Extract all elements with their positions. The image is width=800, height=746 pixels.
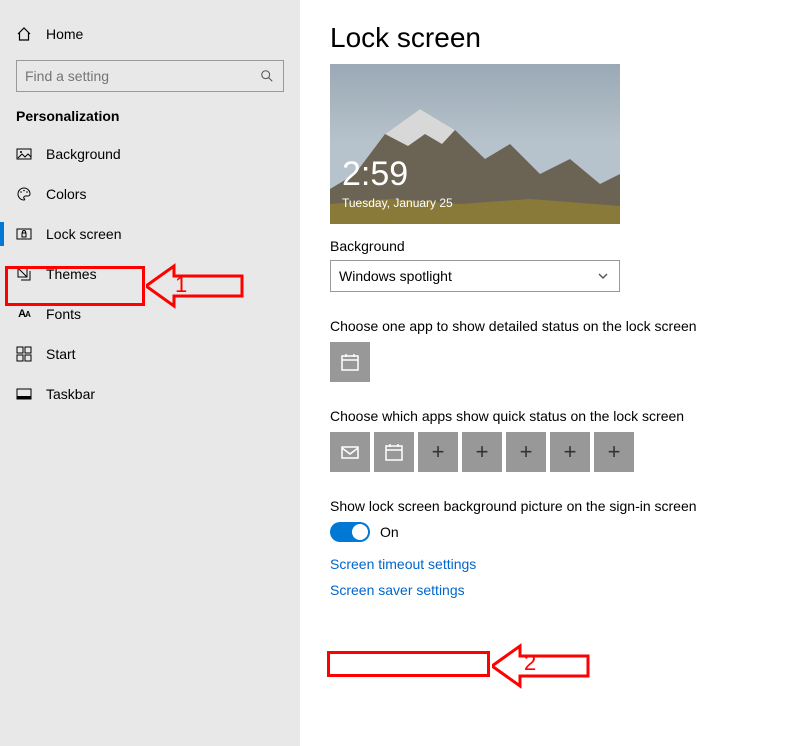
palette-icon <box>16 186 32 202</box>
page-title: Lock screen <box>330 22 770 54</box>
quick-status-tile-add[interactable]: + <box>550 432 590 472</box>
sidebar-item-lock-screen[interactable]: Lock screen <box>0 214 300 254</box>
background-select[interactable]: Windows spotlight <box>330 260 620 292</box>
main-content: Lock screen 2:59 Tuesday, January 25 Bac… <box>300 0 800 746</box>
picture-icon <box>16 146 32 162</box>
show-bg-label: Show lock screen background picture on t… <box>330 498 770 514</box>
sidebar-item-start[interactable]: Start <box>0 334 300 374</box>
background-select-value: Windows spotlight <box>339 268 452 284</box>
start-icon <box>16 346 32 362</box>
link-screen-timeout[interactable]: Screen timeout settings <box>330 556 476 572</box>
link-screen-saver[interactable]: Screen saver settings <box>330 582 465 598</box>
sidebar-item-label: Start <box>46 346 76 362</box>
fonts-icon: AA <box>16 306 32 322</box>
quick-status-label: Choose which apps show quick status on t… <box>330 408 770 424</box>
sidebar-section-title: Personalization <box>0 108 300 134</box>
sidebar-item-label: Lock screen <box>46 226 121 242</box>
home-icon <box>16 26 32 42</box>
sidebar-item-label: Fonts <box>46 306 81 322</box>
lockscreen-icon <box>16 226 32 242</box>
sidebar-home-label: Home <box>46 26 83 42</box>
sidebar-item-label: Colors <box>46 186 86 202</box>
quick-status-tile-calendar[interactable] <box>374 432 414 472</box>
calendar-icon <box>384 442 404 462</box>
quick-status-tile-add[interactable]: + <box>506 432 546 472</box>
plus-icon: + <box>520 439 533 465</box>
preview-time: 2:59 <box>342 155 408 194</box>
sidebar: Home Personalization Background Colors L… <box>0 0 300 746</box>
preview-date: Tuesday, January 25 <box>342 196 453 210</box>
plus-icon: + <box>608 439 621 465</box>
quick-status-tile-add[interactable]: + <box>462 432 502 472</box>
detailed-status-app-tile[interactable] <box>330 342 370 382</box>
search-icon <box>259 68 275 84</box>
calendar-icon <box>340 352 360 372</box>
taskbar-icon <box>16 386 32 402</box>
search-input[interactable] <box>25 68 259 84</box>
sidebar-item-background[interactable]: Background <box>0 134 300 174</box>
sidebar-item-fonts[interactable]: AA Fonts <box>0 294 300 334</box>
chevron-down-icon <box>595 268 611 284</box>
lockscreen-preview[interactable]: 2:59 Tuesday, January 25 <box>330 64 620 224</box>
background-label: Background <box>330 238 770 254</box>
mail-icon <box>340 442 360 462</box>
quick-status-tile-add[interactable]: + <box>594 432 634 472</box>
sidebar-item-label: Themes <box>46 266 97 282</box>
plus-icon: + <box>476 439 489 465</box>
sidebar-item-colors[interactable]: Colors <box>0 174 300 214</box>
plus-icon: + <box>432 439 445 465</box>
quick-status-tile-add[interactable]: + <box>418 432 458 472</box>
show-bg-toggle[interactable] <box>330 522 370 542</box>
search-input-container[interactable] <box>16 60 284 92</box>
detailed-status-label: Choose one app to show detailed status o… <box>330 318 770 334</box>
sidebar-item-home[interactable]: Home <box>0 18 300 50</box>
sidebar-item-taskbar[interactable]: Taskbar <box>0 374 300 414</box>
plus-icon: + <box>564 439 577 465</box>
sidebar-item-label: Background <box>46 146 121 162</box>
quick-status-tile-mail[interactable] <box>330 432 370 472</box>
sidebar-item-themes[interactable]: Themes <box>0 254 300 294</box>
themes-icon <box>16 266 32 282</box>
sidebar-item-label: Taskbar <box>46 386 95 402</box>
toggle-state-label: On <box>380 524 399 540</box>
